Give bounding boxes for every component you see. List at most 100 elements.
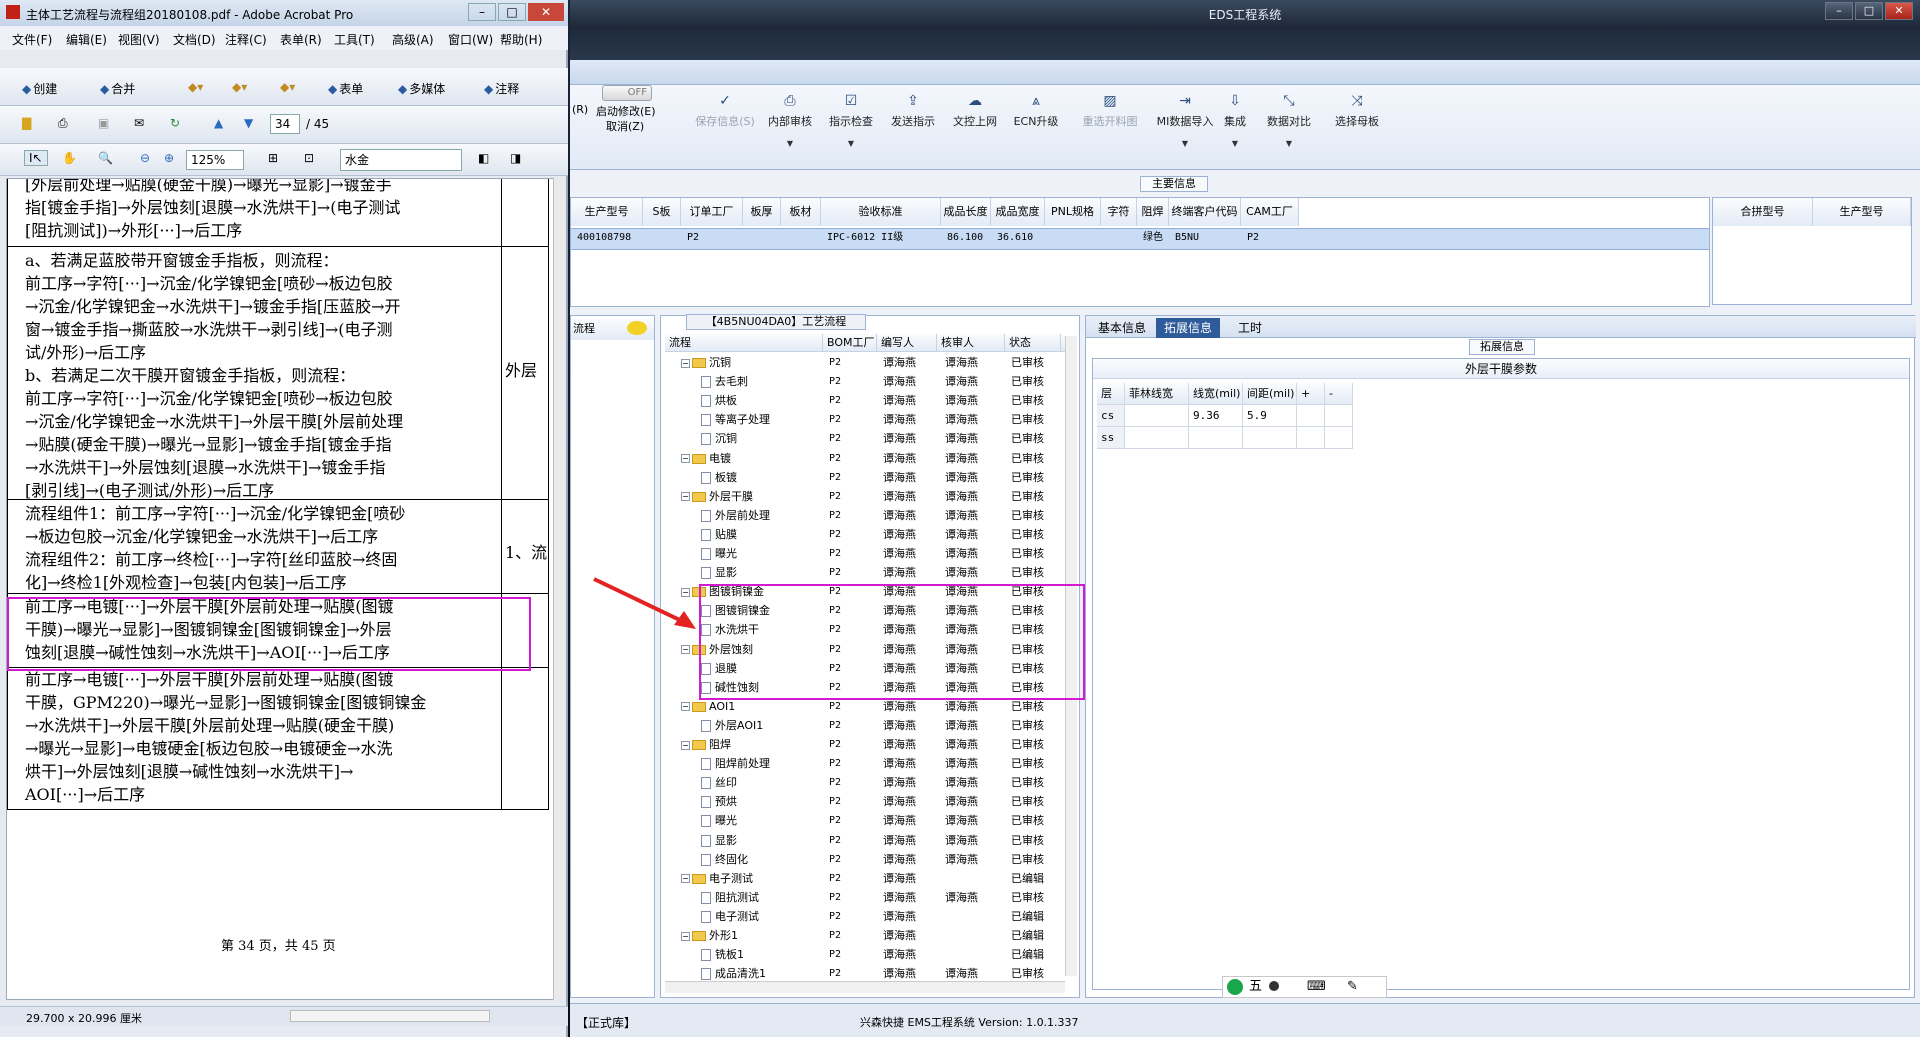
tree-row[interactable]: 曝光 P2 谭海燕 谭海燕 已审核 (665, 811, 1065, 830)
tree-row[interactable]: 阻焊前处理 P2 谭海燕 谭海燕 已审核 (665, 754, 1065, 773)
collapse-toggle-icon[interactable]: − (681, 702, 690, 712)
comment-icon[interactable] (627, 321, 647, 335)
tree-row[interactable]: 去毛刺 P2 谭海燕 谭海燕 已审核 (665, 372, 1065, 391)
tree-node[interactable]: 烘板 (701, 391, 737, 410)
tree-row[interactable]: 外层前处理 P2 谭海燕 谭海燕 已审核 (665, 506, 1065, 525)
tree-horizontal-scrollbar[interactable] (665, 981, 1065, 993)
lock-icon[interactable]: ◆▾ (232, 80, 247, 94)
menu-item[interactable]: 工具(T) (334, 31, 375, 48)
tree-node[interactable]: − 外形1 (681, 926, 738, 945)
search-input[interactable]: 水金 (340, 149, 462, 171)
toolbar-button[interactable]: ◆ 表单 (328, 80, 363, 97)
tree-node[interactable]: 电子测试 (701, 907, 759, 926)
tree-row[interactable]: 丝印 P2 谭海燕 谭海燕 已审核 (665, 773, 1065, 792)
ribbon-button[interactable]: ☑ 指示检查 ▼ (820, 93, 882, 163)
param-cell[interactable] (1125, 427, 1189, 449)
menu-item[interactable]: 帮助(H) (500, 31, 542, 48)
tree-node[interactable]: 铣板1 (701, 945, 744, 964)
menu-item[interactable]: 表单(R) (280, 31, 322, 48)
share-icon[interactable]: ↻ (170, 116, 180, 130)
hand-tool-icon[interactable]: ✋ (62, 151, 77, 165)
page-number-input[interactable]: 34 (270, 114, 300, 134)
tree-node[interactable]: 板镀 (701, 468, 737, 487)
tree-node[interactable]: − 电子测试 (681, 869, 753, 888)
tree-node[interactable]: 阻焊前处理 (701, 754, 770, 773)
tree-node[interactable]: 贴膜 (701, 525, 737, 544)
tree-row[interactable]: 阻抗测试 P2 谭海燕 谭海燕 已审核 (665, 888, 1065, 907)
minimize-button[interactable]: – (1825, 2, 1853, 20)
menu-item[interactable]: 窗口(W) (448, 31, 493, 48)
export-icon[interactable]: ◆▾ (188, 80, 203, 94)
tree-node[interactable]: − 电镀 (681, 449, 731, 468)
menu-item[interactable]: 注释(C) (225, 31, 267, 48)
tree-row[interactable]: 水洗烘干 P2 谭海燕 谭海燕 已审核 (665, 620, 1065, 639)
collapse-toggle-icon[interactable]: − (681, 358, 690, 368)
menu-item[interactable]: 视图(V) (118, 31, 160, 48)
tree-row[interactable]: 碱性蚀刻 P2 谭海燕 谭海燕 已审核 (665, 678, 1065, 697)
zoom-out-icon[interactable]: ⊖ (140, 151, 150, 165)
ime-keyboard-icon[interactable]: ⌨ (1307, 977, 1326, 997)
tree-node[interactable]: 水洗烘干 (701, 620, 759, 639)
tree-row[interactable]: 预烘 P2 谭海燕 谭海燕 已审核 (665, 792, 1065, 811)
tree-node[interactable]: − 沉铜 (681, 353, 731, 372)
tree-node[interactable]: 显影 (701, 831, 737, 850)
param-cell[interactable]: 5.9 (1243, 405, 1297, 427)
tab-extended[interactable]: 拓展信息 (1156, 318, 1221, 338)
ribbon-button[interactable]: ⇪ 发送指示 (882, 93, 944, 163)
find-prev-icon[interactable]: ◧ (478, 151, 489, 165)
save-icon[interactable]: ▣ (98, 116, 109, 130)
tree-row[interactable]: 显影 P2 谭海燕 谭海燕 已审核 (665, 831, 1065, 850)
tree-row[interactable]: − 外形1 P2 谭海燕 已编辑 (665, 926, 1065, 945)
toolbar-button[interactable]: ◆ 注释 (484, 80, 519, 97)
ime-toolbar[interactable]: 五 ⌨ ✎ (1222, 976, 1387, 998)
tree-row[interactable]: 终固化 P2 谭海燕 谭海燕 已审核 (665, 850, 1065, 869)
tree-row[interactable]: 等离子处理 P2 谭海燕 谭海燕 已审核 (665, 410, 1065, 429)
tree-row[interactable]: − 电子测试 P2 谭海燕 已编辑 (665, 869, 1065, 888)
tree-row[interactable]: 贴膜 P2 谭海燕 谭海燕 已审核 (665, 525, 1065, 544)
fit-page-icon[interactable]: ⊞ (268, 151, 278, 165)
tree-node[interactable]: − 图镀铜镍金 (681, 582, 764, 601)
tree-node[interactable]: 去毛刺 (701, 372, 748, 391)
param-cell[interactable]: cs (1097, 405, 1125, 427)
collapse-toggle-icon[interactable]: − (681, 454, 690, 463)
tree-node[interactable]: 退膜 (701, 659, 737, 678)
ribbon-button[interactable]: ⎙ 内部审核 ▼ (760, 93, 820, 163)
pdf-horizontal-scrollbar[interactable] (290, 1010, 490, 1022)
zoom-in-icon[interactable]: ⊕ (164, 151, 174, 165)
tree-node[interactable]: − 外层蚀刻 (681, 640, 753, 659)
tree-node[interactable]: 沉铜 (701, 429, 737, 448)
tree-row[interactable]: 电子测试 P2 谭海燕 已编辑 (665, 907, 1065, 926)
collapse-toggle-icon[interactable]: − (681, 492, 690, 502)
maximize-button[interactable]: □ (1855, 2, 1883, 20)
param-header[interactable]: - (1325, 383, 1353, 405)
param-cell[interactable] (1189, 427, 1243, 449)
tree-row[interactable]: 退膜 P2 谭海燕 谭海燕 已审核 (665, 659, 1065, 678)
ribbon-button[interactable]: ⤡ 数据对比 ▼ (1256, 93, 1322, 163)
tree-node[interactable]: 等离子处理 (701, 410, 770, 429)
collapse-toggle-icon[interactable]: − (681, 931, 690, 941)
tree-row[interactable]: 沉铜 P2 谭海燕 谭海燕 已审核 (665, 429, 1065, 448)
ribbon-button[interactable]: ⇩ 集成 ▼ (1214, 93, 1256, 163)
ribbon-button[interactable]: ✓ 保存信息(S) (690, 93, 760, 163)
toolbar-button[interactable]: ◆ 多媒体 (398, 80, 445, 97)
tree-row[interactable]: 外层AOI1 P2 谭海燕 谭海燕 已审核 (665, 716, 1065, 735)
tree-node[interactable]: 预烘 (701, 792, 737, 811)
prev-page-icon[interactable]: ▲ (214, 116, 223, 130)
tree-node[interactable]: 图镀铜镍金 (701, 601, 770, 620)
tree-node[interactable]: 外层AOI1 (701, 716, 763, 735)
tree-node[interactable]: 终固化 (701, 850, 748, 869)
ribbon-button[interactable]: ☁ 文控上网 (944, 93, 1006, 163)
zoom-select[interactable]: 125% (186, 150, 244, 170)
acro-maximize-button[interactable]: □ (498, 3, 526, 21)
close-button[interactable]: ✕ (1885, 2, 1913, 20)
tree-node[interactable]: 显影 (701, 563, 737, 582)
tree-row[interactable]: − AOI1 P2 谭海燕 谭海燕 已审核 (665, 697, 1065, 716)
fit-width-icon[interactable]: ⊡ (304, 151, 314, 165)
param-header[interactable]: + (1297, 383, 1325, 405)
param-cell[interactable]: ss (1097, 427, 1125, 449)
open-icon[interactable]: ▇ (22, 116, 31, 130)
email-icon[interactable]: ✉ (134, 116, 144, 130)
ribbon-button[interactable]: ▨ 重选开料图 (1070, 93, 1150, 163)
ime-settings-icon[interactable]: ✎ (1347, 977, 1358, 997)
menu-item[interactable]: 编辑(E) (66, 31, 107, 48)
